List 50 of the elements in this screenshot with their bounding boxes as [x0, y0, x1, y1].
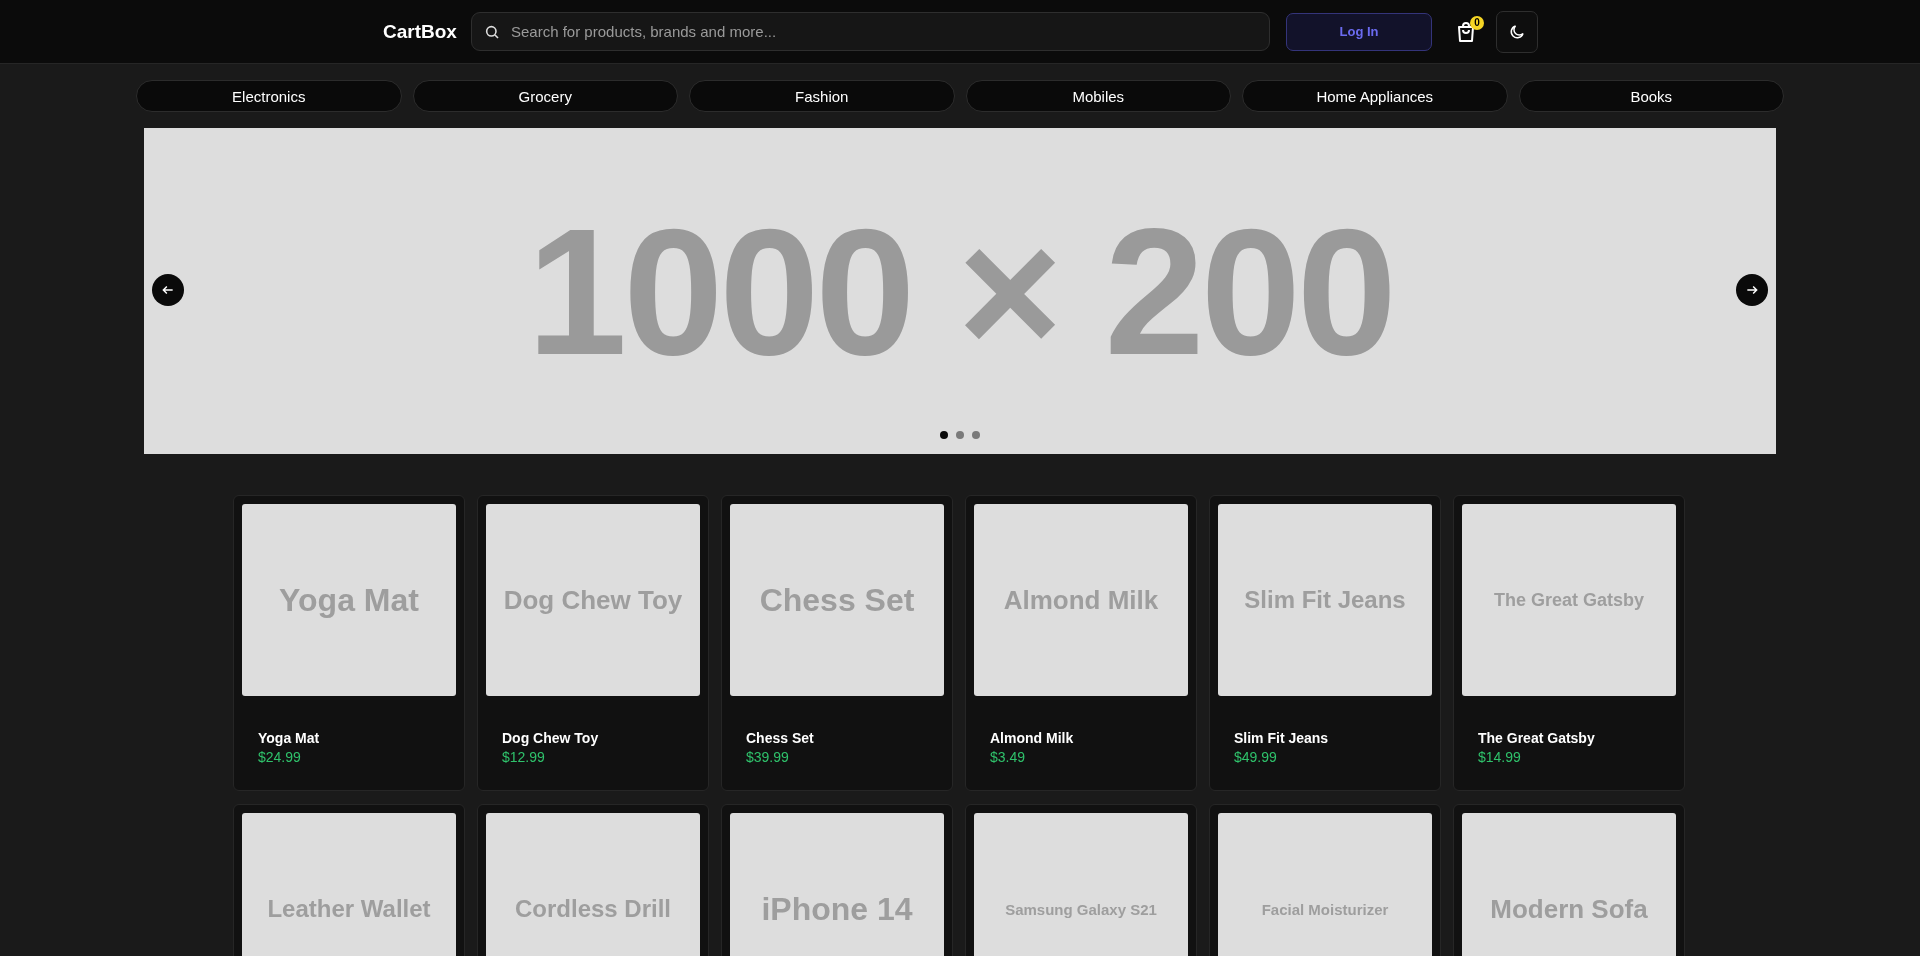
product-card[interactable]: Chess Set Chess Set $39.99 [721, 495, 953, 791]
login-button[interactable]: Log In [1286, 12, 1432, 51]
product-card[interactable]: Yoga Mat Yoga Mat $24.99 [233, 495, 465, 791]
image-placeholder-text: Leather Wallet [267, 895, 431, 923]
image-placeholder-text: Facial Moisturizer [1261, 900, 1389, 918]
slide-dot[interactable] [940, 431, 948, 439]
product-card[interactable]: Slim Fit Jeans Slim Fit Jeans $49.99 [1209, 495, 1441, 791]
product-name: The Great Gatsby [1478, 730, 1595, 746]
image-placeholder-text: Yoga Mat [279, 581, 419, 619]
cart-button[interactable]: 0 [1446, 11, 1486, 52]
product-price: $49.99 [1234, 749, 1277, 765]
category-tab[interactable]: Books [1518, 80, 1784, 112]
product-name: Slim Fit Jeans [1234, 730, 1329, 746]
image-placeholder-text: Modern Sofa [1490, 893, 1648, 925]
product-name: Dog Chew Toy [502, 730, 599, 746]
theme-toggle-button[interactable] [1496, 10, 1538, 53]
product-name: Almond Milk [990, 730, 1074, 746]
category-tab[interactable]: Electronics [136, 80, 402, 112]
cart-count-badge: 0 [1470, 15, 1484, 30]
product-name: Chess Set [746, 730, 814, 746]
search-field[interactable]: Search for products, brands and more... [471, 12, 1270, 51]
image-placeholder-text: Almond Milk [1003, 584, 1159, 616]
logo[interactable]: CartBox [383, 20, 471, 43]
arrow-left-icon [161, 283, 175, 297]
image-placeholder-text: Dog Chew Toy [503, 584, 683, 616]
next-slide-button[interactable] [1736, 274, 1768, 306]
previous-slide-button[interactable] [152, 274, 184, 306]
product-price: $14.99 [1478, 749, 1521, 765]
banner-placeholder-text: 1000 × 200 [527, 189, 1393, 394]
product-price: $12.99 [502, 749, 545, 765]
product-card[interactable]: Almond Milk Almond Milk $3.49 [965, 495, 1197, 791]
category-tab[interactable]: Mobiles [965, 80, 1231, 112]
arrow-right-icon [1745, 283, 1759, 297]
category-tab[interactable]: Home Appliances [1242, 80, 1508, 112]
product-price: $24.99 [258, 749, 301, 765]
image-placeholder-text: Cordless Drill [514, 895, 671, 923]
category-tab[interactable]: Fashion [689, 80, 955, 112]
product-name: Yoga Mat [258, 730, 320, 746]
image-placeholder-text: Chess Set [759, 581, 915, 619]
category-tab[interactable]: Grocery [412, 80, 678, 112]
image-placeholder-text: Slim Fit Jeans [1244, 586, 1406, 614]
product-price: $39.99 [746, 749, 789, 765]
product-price: $3.49 [990, 749, 1026, 765]
slide-dot[interactable] [956, 431, 964, 439]
image-placeholder-text: iPhone 14 [761, 890, 913, 928]
product-card[interactable]: Dog Chew Toy Dog Chew Toy $12.99 [477, 495, 709, 791]
product-card[interactable]: The Great Gatsby The Great Gatsby $14.99 [1453, 495, 1685, 791]
image-placeholder-text: The Great Gatsby [1493, 589, 1644, 611]
slide-dot[interactable] [972, 431, 980, 439]
image-placeholder-text: Samsung Galaxy S21 [1005, 900, 1157, 918]
